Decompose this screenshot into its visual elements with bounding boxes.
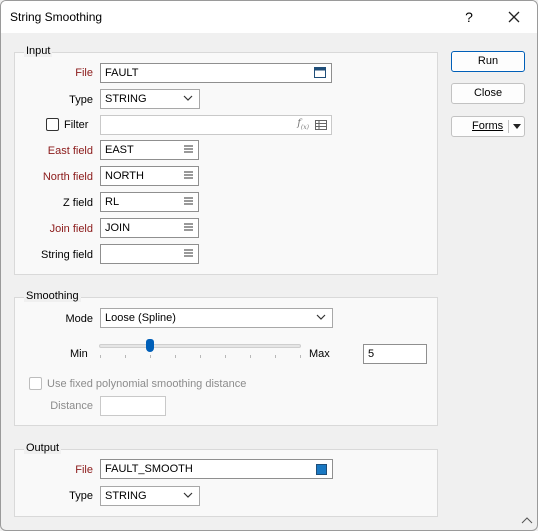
output-file-field[interactable]: FAULT_SMOOTH — [100, 459, 333, 479]
input-type-value: STRING — [105, 93, 147, 105]
output-group-title: Output — [24, 442, 62, 454]
z-field-value: RL — [105, 196, 120, 208]
slider-value-input[interactable]: 5 — [363, 344, 427, 364]
north-field-value: NORTH — [105, 170, 144, 182]
filter-field[interactable]: f(x) — [100, 115, 332, 135]
triangle-down-icon[interactable] — [513, 124, 521, 130]
resize-grip-icon[interactable] — [521, 516, 533, 524]
join-field-input[interactable]: JOIN — [100, 218, 199, 238]
title-bar: String Smoothing ? — [1, 1, 537, 33]
slider-max-label: Max — [309, 348, 330, 360]
north-field-label: North field — [42, 171, 93, 183]
slider-value: 5 — [368, 348, 375, 360]
close-button[interactable]: Close — [451, 83, 525, 104]
file-browse-icon[interactable] — [314, 67, 326, 78]
slider-min-label: Min — [70, 348, 88, 360]
north-field-input[interactable]: NORTH — [100, 166, 199, 186]
input-file-value: FAULT — [105, 67, 139, 79]
help-icon: ? — [465, 9, 473, 25]
input-type-select[interactable]: STRING — [100, 89, 200, 109]
mode-label: Mode — [65, 313, 93, 325]
output-type-label: Type — [69, 490, 93, 502]
slider-tick — [175, 355, 176, 358]
slider-tick — [275, 355, 276, 358]
forms-button[interactable]: Forms — [451, 116, 525, 137]
output-file-label: File — [75, 464, 93, 476]
input-group-title: Input — [24, 45, 53, 57]
slider-tick — [150, 355, 151, 358]
slider-tick — [100, 355, 101, 358]
string-field-label: String field — [41, 249, 93, 261]
list-icon[interactable] — [184, 145, 193, 154]
east-field-input[interactable]: EAST — [100, 140, 199, 160]
input-file-label: File — [75, 67, 93, 79]
forms-divider — [508, 120, 509, 133]
output-file-value: FAULT_SMOOTH — [105, 463, 193, 475]
output-type-select[interactable]: STRING — [100, 486, 200, 506]
z-field-input[interactable]: RL — [100, 192, 199, 212]
mode-select[interactable]: Loose (Spline) — [100, 308, 333, 328]
filter-label: Filter — [64, 119, 89, 131]
window-title: String Smoothing — [10, 10, 103, 24]
input-file-field[interactable]: FAULT — [100, 63, 332, 83]
distance-label: Distance — [50, 400, 93, 412]
mode-value: Loose (Spline) — [105, 312, 176, 324]
join-field-label: Join field — [49, 223, 93, 235]
chevron-down-icon — [183, 492, 193, 498]
fixed-distance-label: Use fixed polynomial smoothing distance — [47, 378, 247, 390]
slider-tick — [250, 355, 251, 358]
string-smoothing-dialog: String Smoothing ? Run Close Forms Input… — [0, 0, 538, 531]
help-button[interactable]: ? — [457, 5, 481, 29]
function-icon[interactable]: f(x) — [297, 118, 309, 131]
list-icon[interactable] — [184, 171, 193, 180]
smoothing-slider-thumb[interactable] — [146, 339, 154, 352]
chevron-down-icon — [183, 95, 193, 101]
close-icon — [508, 11, 520, 23]
forms-label: Forms — [472, 120, 504, 132]
chevron-down-icon — [316, 314, 326, 320]
slider-tick — [200, 355, 201, 358]
string-field-input[interactable] — [100, 244, 199, 264]
smoothing-slider-track[interactable] — [99, 344, 301, 348]
input-type-label: Type — [69, 94, 93, 106]
output-type-value: STRING — [105, 490, 147, 502]
list-icon[interactable] — [184, 197, 193, 206]
input-group: Input — [14, 45, 438, 275]
run-button[interactable]: Run — [451, 51, 525, 72]
list-icon[interactable] — [184, 249, 193, 258]
smoothing-group-title: Smoothing — [24, 290, 81, 302]
color-swatch-icon[interactable] — [316, 464, 327, 475]
list-icon[interactable] — [184, 223, 193, 232]
close-window-button[interactable] — [501, 5, 527, 29]
table-icon[interactable] — [315, 120, 327, 130]
slider-tick — [225, 355, 226, 358]
filter-checkbox[interactable] — [46, 118, 59, 131]
join-field-value: JOIN — [105, 222, 131, 234]
east-field-value: EAST — [105, 144, 134, 156]
fixed-distance-checkbox[interactable] — [29, 377, 42, 390]
slider-tick — [300, 355, 301, 358]
z-field-label: Z field — [63, 197, 93, 209]
east-field-label: East field — [47, 145, 93, 157]
slider-tick — [125, 355, 126, 358]
distance-input[interactable] — [100, 396, 166, 416]
